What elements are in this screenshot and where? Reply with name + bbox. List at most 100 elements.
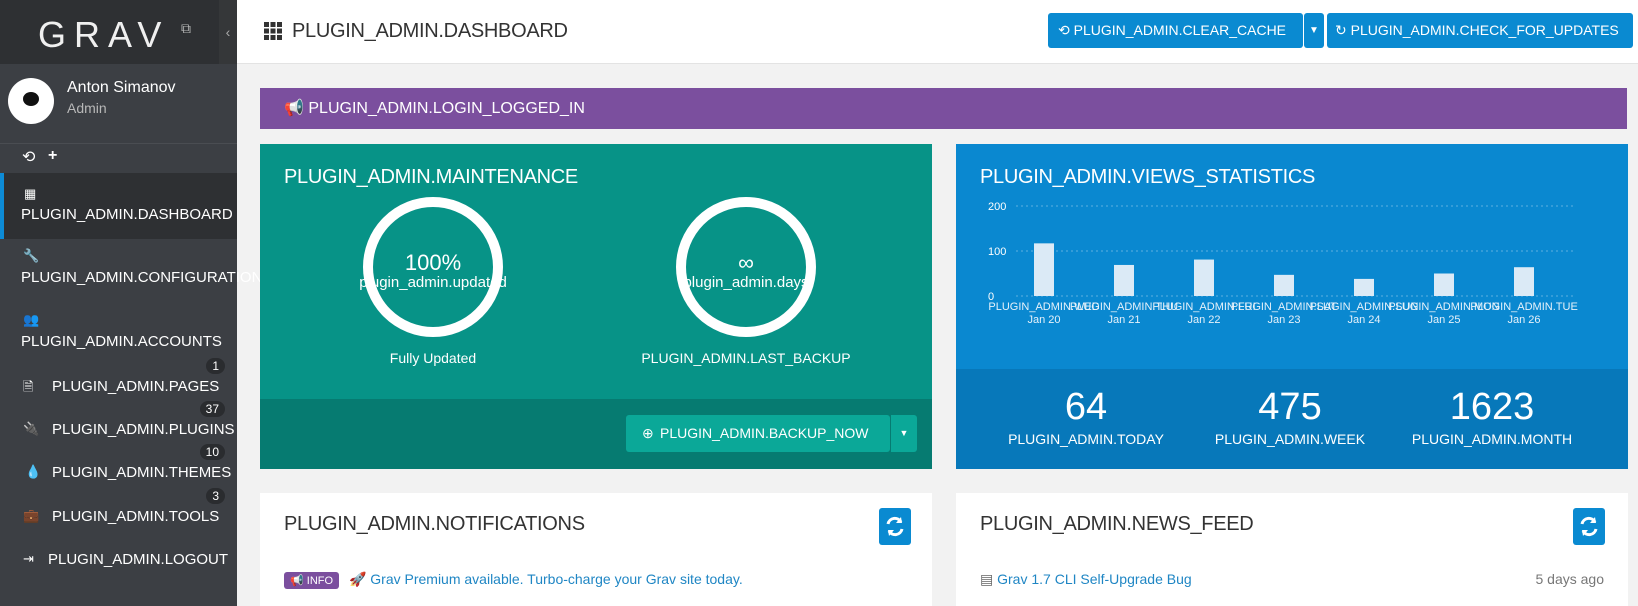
user-role: Admin — [67, 100, 107, 116]
sign-out-icon: ⇥ — [23, 551, 34, 566]
sidebar-item-dashboard[interactable]: ▦ PLUGIN_ADMIN.DASHBOARD — [0, 173, 237, 239]
top-bar: PLUGIN_ADMIN.DASHBOARD ⟲ PLUGIN_ADMIN.CL… — [237, 0, 1638, 64]
y-tick-label: 200 — [988, 201, 1006, 213]
collapse-sidebar-icon[interactable]: ‹ — [219, 0, 237, 64]
bar — [1194, 259, 1214, 296]
pages-badge: 1 — [206, 358, 225, 374]
plug-icon: 🔌 — [23, 421, 40, 436]
external-link-icon[interactable]: ⧉ — [181, 20, 191, 37]
bar — [1274, 274, 1294, 296]
news-item: ▤ Grav 1.7 CLI Self-Upgrade Bug — [980, 571, 1192, 588]
file-icon: 🗎 — [23, 379, 34, 394]
month-count: 1623 — [1449, 386, 1535, 428]
sidebar-item-tools[interactable]: 3 💼 PLUGIN_ADMIN.TOOLS — [0, 486, 237, 526]
refresh-icon — [886, 516, 904, 537]
week-count: 475 — [1258, 386, 1322, 428]
bar — [1114, 264, 1134, 296]
views-chart: 2001000PLUGIN_ADMIN.WEDJan 20PLUGIN_ADMI… — [988, 201, 1578, 326]
page-title: PLUGIN_ADMIN.DASHBOARD — [292, 20, 568, 42]
x-date-label: Jan 26 — [1507, 314, 1540, 326]
sidebar-item-pages[interactable]: 1 🗎 PLUGIN_ADMIN.PAGES — [0, 356, 237, 396]
y-tick-label: 100 — [988, 246, 1006, 258]
clear-cache-label: PLUGIN_ADMIN.CLEAR_CACHE — [1073, 22, 1287, 38]
backup-label: plugin_admin.days — [683, 274, 809, 291]
avatar — [8, 78, 54, 124]
briefcase-icon: 💼 — [23, 508, 40, 523]
grid-icon — [264, 22, 282, 40]
sidebar-item-plugins[interactable]: 37 🔌 PLUGIN_ADMIN.PLUGINS — [0, 399, 237, 439]
refresh-notifications-button[interactable] — [879, 508, 911, 545]
sidebar-item-themes[interactable]: 10 💧 PLUGIN_ADMIN.THEMES — [0, 442, 237, 482]
clear-cache-icon[interactable]: ⟲ — [22, 147, 35, 167]
news-feed-title: PLUGIN_ADMIN.NEWS_FEED — [980, 513, 1254, 535]
wrench-icon: 🔧 — [23, 248, 40, 263]
refresh-news-button[interactable] — [1573, 508, 1605, 545]
updated-value: 100% — [404, 250, 462, 275]
notifications-card: PLUGIN_ADMIN.NOTIFICATIONS 📢 INFO 🚀 Grav… — [260, 493, 932, 606]
notification-item: 📢 INFO 🚀 Grav Premium available. Turbo-c… — [284, 571, 743, 589]
clear-cache-button[interactable]: ⟲ PLUGIN_ADMIN.CLEAR_CACHE — [1048, 13, 1303, 48]
x-date-label: Jan 24 — [1347, 314, 1380, 326]
x-date-label: Jan 23 — [1267, 314, 1300, 326]
x-date-label: Jan 21 — [1107, 314, 1140, 326]
clear-cache-icon: ⟲ — [1058, 22, 1070, 38]
backup-caption: PLUGIN_ADMIN.LAST_BACKUP — [641, 350, 851, 366]
plugins-badge: 37 — [199, 401, 225, 417]
refresh-icon — [1580, 516, 1598, 537]
bullhorn-icon: 📢 — [284, 100, 304, 117]
maintenance-title: PLUGIN_ADMIN.MAINTENANCE — [284, 166, 578, 188]
refresh-icon: ↻ — [1335, 22, 1347, 38]
notifications-title: PLUGIN_ADMIN.NOTIFICATIONS — [284, 513, 585, 535]
backup-now-button[interactable]: ⊕ PLUGIN_ADMIN.BACKUP_NOW — [626, 415, 891, 452]
grav-logo[interactable]: GRAV — [38, 14, 169, 56]
x-date-label: Jan 25 — [1427, 314, 1460, 326]
rocket-icon: 🚀 — [348, 571, 367, 587]
sidebar-item-accounts[interactable]: 👥 PLUGIN_ADMIN.ACCOUNTS — [0, 310, 237, 355]
user-panel[interactable]: Anton Simanov Admin — [0, 64, 237, 144]
news-link[interactable]: Grav 1.7 CLI Self-Upgrade Bug — [997, 571, 1192, 587]
updated-caption: Fully Updated — [389, 350, 477, 366]
check-updates-label: PLUGIN_ADMIN.CHECK_FOR_UPDATES — [1350, 22, 1619, 38]
news-time: 5 days ago — [1535, 571, 1605, 587]
today-count: 64 — [1064, 386, 1108, 428]
caret-down-icon: ▼ — [899, 428, 909, 438]
sidebar-item-logout[interactable]: ⇥ PLUGIN_ADMIN.LOGOUT — [0, 550, 237, 580]
bar — [1434, 273, 1454, 296]
themes-badge: 10 — [199, 444, 225, 460]
users-icon: 👥 — [23, 312, 40, 327]
quick-actions: ⟲ + — [0, 144, 237, 173]
views-statistics-card: PLUGIN_ADMIN.VIEWS_STATISTICS 200 100 0 PLU… — [956, 144, 1628, 469]
caret-down-icon: ▼ — [1309, 25, 1319, 36]
bar — [1514, 267, 1534, 296]
x-date-label: Jan 20 — [1027, 314, 1060, 326]
x-date-label: Jan 22 — [1187, 314, 1220, 326]
month-label: PLUGIN_ADMIN.MONTH — [1411, 431, 1573, 447]
tint-icon: 💧 — [25, 464, 42, 479]
week-label: PLUGIN_ADMIN.WEEK — [1214, 431, 1366, 447]
info-badge: 📢 INFO — [284, 572, 340, 589]
updated-label: plugin_admin.updated — [359, 274, 507, 291]
newspaper-icon: ▤ — [980, 571, 994, 587]
backup-now-label: PLUGIN_ADMIN.BACKUP_NOW — [660, 425, 869, 441]
clear-cache-dropdown[interactable]: ▼ — [1304, 13, 1324, 48]
sidebar-item-configuration[interactable]: 🔧 PLUGIN_ADMIN.CONFIGURATION — [0, 246, 262, 296]
user-name: Anton Simanov — [67, 79, 176, 96]
check-updates-button[interactable]: ↻ PLUGIN_ADMIN.CHECK_FOR_UPDATES — [1327, 13, 1633, 48]
today-label: PLUGIN_ADMIN.TODAY — [1008, 431, 1164, 447]
login-alert: 📢 PLUGIN_ADMIN.LOGIN_LOGGED_IN — [260, 88, 1627, 129]
logo-bar: GRAV ⧉ ‹ — [0, 0, 237, 64]
alert-text: PLUGIN_ADMIN.LOGIN_LOGGED_IN — [308, 100, 585, 117]
add-icon[interactable]: + — [48, 147, 57, 165]
tools-badge: 3 — [206, 488, 225, 504]
news-feed-card: PLUGIN_ADMIN.NEWS_FEED ▤ Grav 1.7 CLI Se… — [956, 493, 1628, 606]
notification-link[interactable]: Grav Premium available. Turbo-charge you… — [370, 571, 742, 587]
bar — [1354, 278, 1374, 296]
backup-dropdown[interactable]: ▼ — [891, 415, 917, 452]
bar — [1034, 243, 1054, 296]
life-ring-icon: ⊕ — [642, 425, 654, 441]
sidebar: GRAV ⧉ ‹ Anton Simanov Admin ⟲ + ▦ PLUGI… — [0, 0, 262, 606]
backup-value: ∞ — [738, 250, 754, 275]
x-day-label: PLUGIN_ADMIN.TUE — [1470, 301, 1578, 313]
maintenance-card: PLUGIN_ADMIN.MAINTENANCE 100% plugin_adm… — [260, 144, 932, 469]
grid-icon: ▦ — [24, 186, 37, 201]
